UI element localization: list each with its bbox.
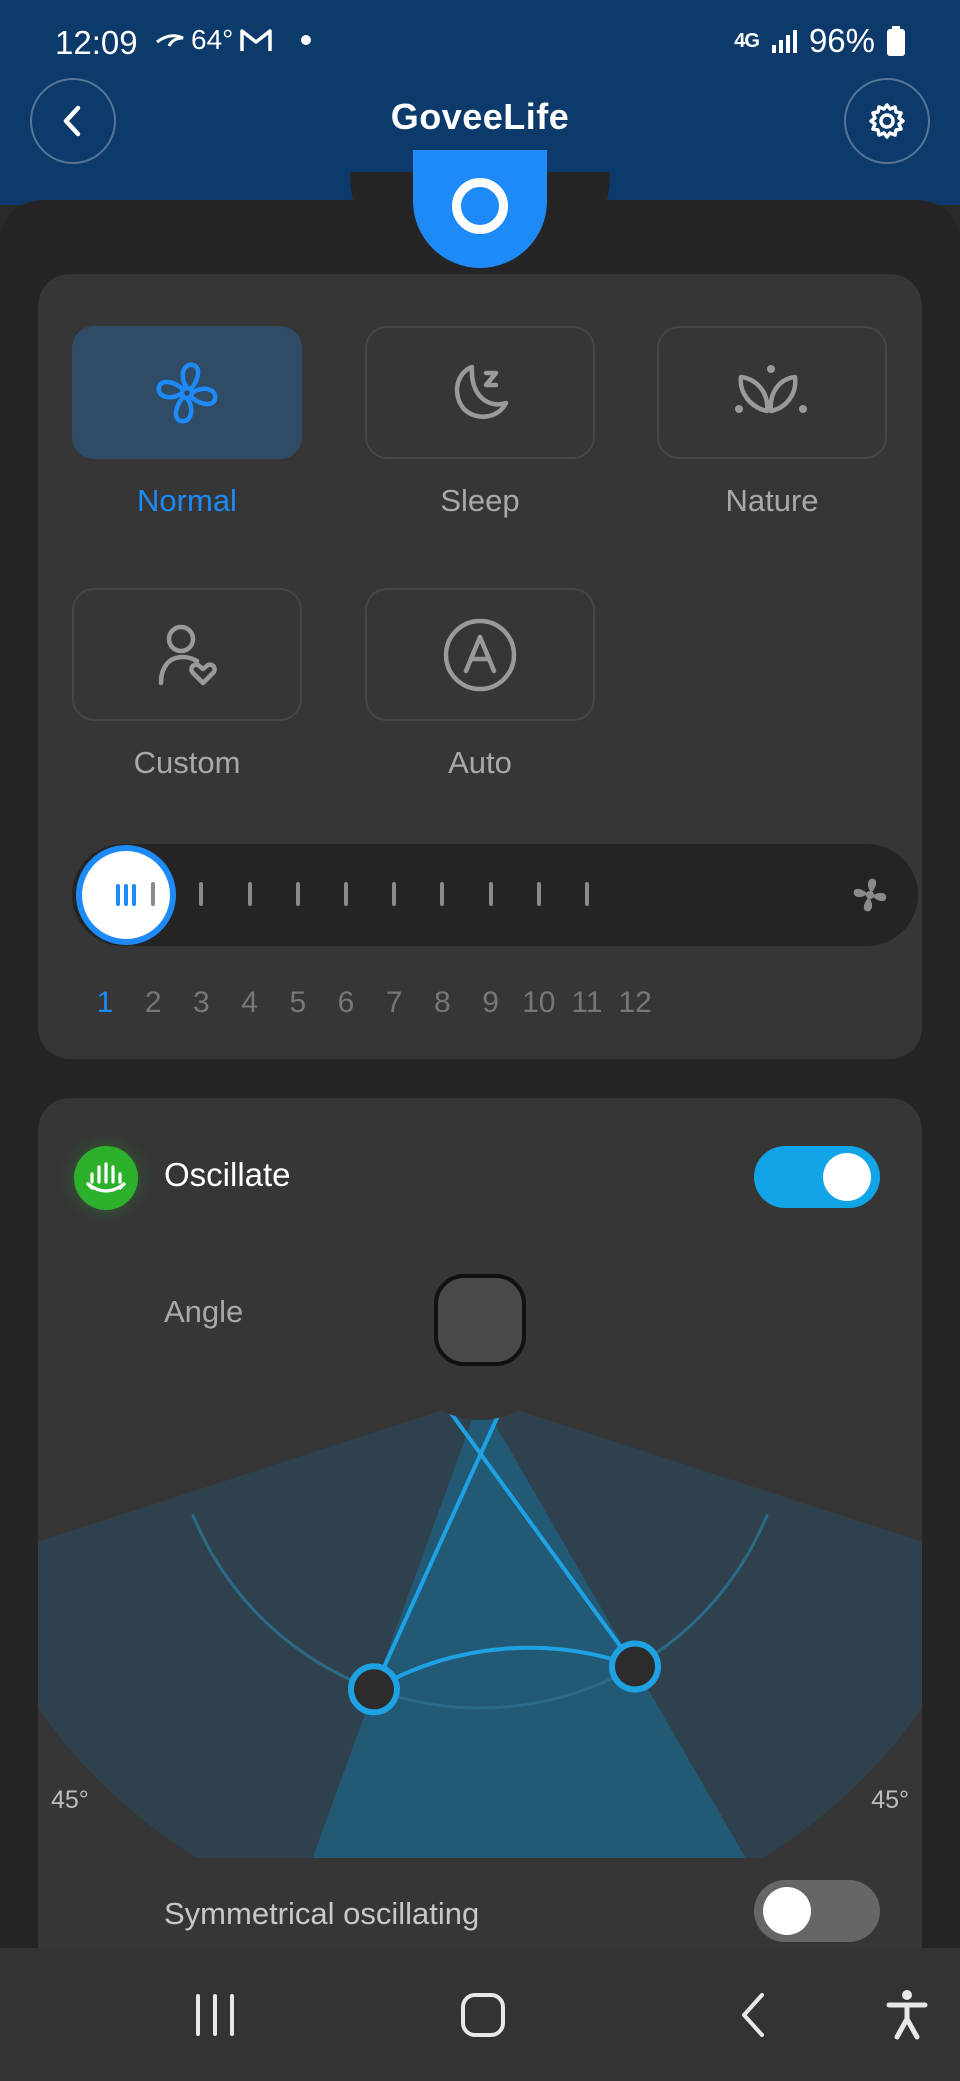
oscillation-angle-dial[interactable]: 60°60°45°45°30°30°15°15° [38,1098,922,1858]
mode-auto-label: Auto [448,745,512,780]
speed-level-12[interactable]: 12 [605,986,665,1020]
mode-nature[interactable]: Nature [657,326,887,519]
status-weather: 64° [155,24,312,56]
mode-custom[interactable]: Custom [72,588,302,781]
symmetrical-label: Symmetrical oscillating [164,1896,480,1931]
mode-normal-label: Normal [137,483,237,518]
leaves-icon [735,364,807,413]
speed-tick [151,882,156,906]
mode-auto[interactable]: Auto [365,588,595,781]
mode-card: Normal Sleep Nature Custom Auto 1 2 3 4 … [38,274,922,1059]
fan-icon [156,362,218,423]
mode-normal-tile[interactable] [72,326,302,459]
home-icon [461,1992,505,2037]
back-arrow-icon [742,1992,764,2037]
power-icon [452,178,508,234]
mode-sleep-tile[interactable] [365,326,595,459]
speed-tick [488,882,493,906]
home-button[interactable] [438,1948,528,2081]
auto-a-icon [443,618,517,691]
oscillate-card: Oscillate Angle 50° 60°60°45°45°30°30°15… [38,1098,922,2081]
scale-left-45: 45° [871,1786,909,1814]
accessibility-button[interactable] [862,1948,952,2081]
notification-dot-icon [301,35,312,45]
recent-apps-icon [196,1993,234,2036]
app-screen: 12:09 64° 4G 96% GoveeLife Normal Sleep … [0,0,960,2081]
mode-nature-tile[interactable] [657,326,887,459]
status-bar: 12:09 64° 4G 96% [0,0,960,90]
user-heart-icon [158,624,217,685]
mode-normal[interactable]: Normal [72,326,302,519]
speed-slider-handle[interactable] [76,845,176,945]
status-temperature: 64° [191,24,234,55]
speed-tick [536,882,541,906]
mode-custom-tile[interactable] [72,588,302,721]
accessibility-icon [886,1989,928,2039]
dial-right-handle[interactable] [347,1663,400,1716]
speed-tick [392,882,397,906]
speed-tick [247,882,252,906]
weather-moon-icon [156,34,184,47]
mode-auto-tile[interactable] [365,588,595,721]
recent-apps-button[interactable] [170,1948,260,2081]
status-battery-text: 96% [808,22,875,59]
fan-max-icon [853,878,887,912]
mode-sleep-label: Sleep [440,483,520,518]
speed-tick [585,882,589,906]
speed-tick [199,882,204,906]
dial-left-handle[interactable] [609,1640,661,1693]
battery-icon [887,26,905,56]
system-nav-bar [0,1948,960,2081]
symmetrical-toggle[interactable] [754,1880,880,1942]
symmetrical-toggle-thumb [763,1887,811,1935]
gear-icon [869,103,905,139]
moon-sleep-icon [454,364,509,419]
speed-tick [440,882,445,906]
brand-logo: GoveeLife [390,96,570,137]
mode-nature-label: Nature [725,483,819,518]
fan-device-icon [434,1274,526,1366]
gmail-icon [240,29,273,51]
scale-right-45: 45° [51,1786,89,1814]
mode-custom-label: Custom [133,745,241,780]
signal-icon [771,30,797,53]
speed-tick [295,882,300,906]
mode-sleep[interactable]: Sleep [365,326,595,519]
settings-button[interactable] [844,78,930,164]
speed-slider[interactable] [72,844,918,946]
status-right: 4G 96% [734,22,905,60]
status-network: 4G [734,29,760,52]
status-time: 12:09 [55,24,138,61]
speed-tick [344,882,348,906]
system-back-button[interactable] [708,1948,798,2081]
